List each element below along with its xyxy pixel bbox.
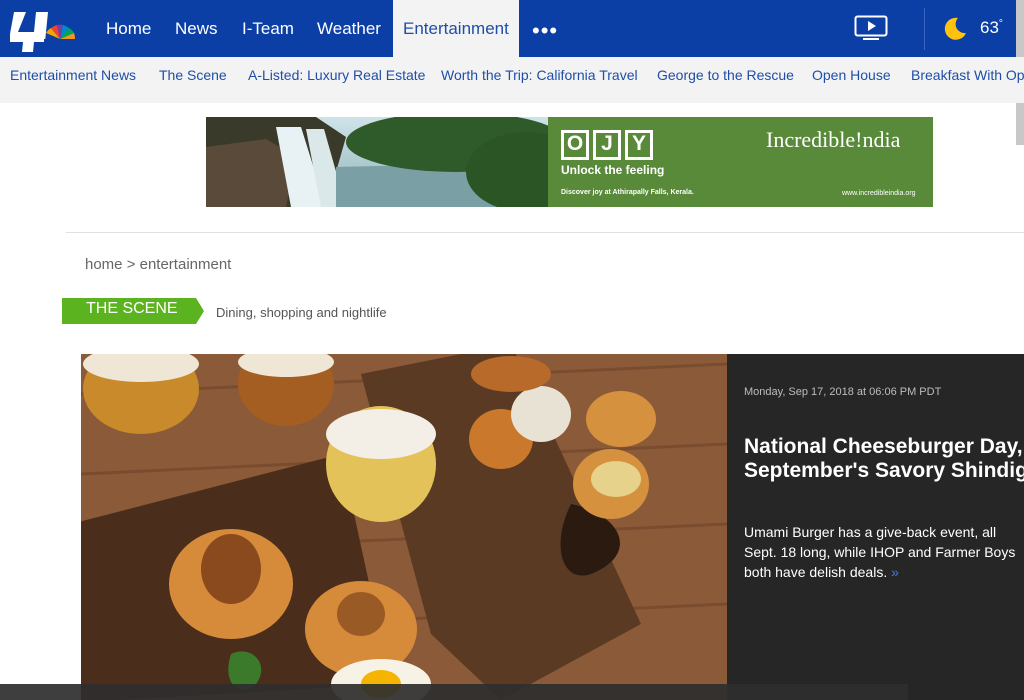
subnav-worth-the-trip[interactable]: Worth the Trip: California Travel bbox=[441, 67, 638, 83]
top-navigation-bar: Home News I-Team Weather Entertainment •… bbox=[0, 0, 1024, 57]
ad-url: www.incredibleindia.org bbox=[842, 190, 916, 197]
ad-tagline: Unlock the feeling bbox=[561, 163, 665, 177]
nav-i-team[interactable]: I-Team bbox=[242, 0, 294, 57]
headline-line-1[interactable]: National Cheeseburger Day, bbox=[744, 435, 1024, 459]
horizontal-scrollbar[interactable] bbox=[0, 684, 908, 700]
moon-icon bbox=[944, 17, 966, 40]
nav-home[interactable]: Home bbox=[106, 0, 151, 57]
subnav-george-to-the-rescue[interactable]: George to the Rescue bbox=[657, 67, 794, 83]
nav-news[interactable]: News bbox=[175, 0, 218, 57]
tv-video-icon[interactable] bbox=[854, 15, 888, 41]
hero-burger-image[interactable] bbox=[81, 354, 727, 700]
ad-brand: Incredible!ndia bbox=[766, 127, 901, 152]
subnav-a-listed[interactable]: A-Listed: Luxury Real Estate bbox=[248, 67, 425, 83]
story-date: Monday, Sep 17, 2018 at 06:06 PM PDT bbox=[744, 386, 942, 398]
breadcrumb[interactable]: home > entertainment bbox=[85, 256, 231, 273]
nav-entertainment[interactable]: Entertainment bbox=[393, 0, 519, 57]
ad-letter-y: Y bbox=[631, 132, 646, 155]
nbc-4-peacock-logo[interactable] bbox=[8, 6, 78, 52]
ad-banner[interactable]: O J Y Unlock the feeling Discover joy at… bbox=[206, 117, 933, 207]
section-subtitle: Dining, shopping and nightlife bbox=[216, 305, 387, 320]
the-scene-badge-label[interactable]: THE SCENE bbox=[86, 300, 178, 318]
subnav-entertainment-news[interactable]: Entertainment News bbox=[10, 67, 136, 83]
temperature-value: 63 bbox=[980, 18, 999, 37]
nav-divider bbox=[924, 8, 925, 50]
headline-line-2[interactable]: September's Savory Shindig bbox=[744, 459, 1024, 483]
burger-photo bbox=[81, 354, 727, 700]
subnav-the-scene[interactable]: The Scene bbox=[159, 67, 227, 83]
subnav-breakfast-with-ops[interactable]: Breakfast With Ops bbox=[911, 67, 1024, 83]
more-menu-button[interactable]: ••• bbox=[532, 18, 558, 44]
degree-symbol: ° bbox=[998, 18, 1003, 30]
subnav-open-house[interactable]: Open House bbox=[812, 67, 891, 83]
ad-letter-j: J bbox=[601, 132, 613, 155]
story-headline[interactable]: National Cheeseburger Day, September's S… bbox=[744, 435, 1024, 483]
ad-letter-o: O bbox=[566, 132, 584, 155]
story-blurb-text: Umami Burger has a give-back event, all … bbox=[744, 524, 1016, 580]
divider-line bbox=[66, 232, 1024, 233]
read-more-link[interactable]: » bbox=[891, 564, 899, 580]
nav-weather[interactable]: Weather bbox=[317, 0, 381, 57]
ad-small-text: Discover joy at Athirapally Falls, Keral… bbox=[561, 189, 694, 196]
sub-navigation: Entertainment News The Scene A-Listed: L… bbox=[0, 57, 1024, 103]
weather-temperature[interactable]: 63° bbox=[980, 18, 1003, 38]
story-blurb: Umami Burger has a give-back event, all … bbox=[744, 522, 1024, 582]
